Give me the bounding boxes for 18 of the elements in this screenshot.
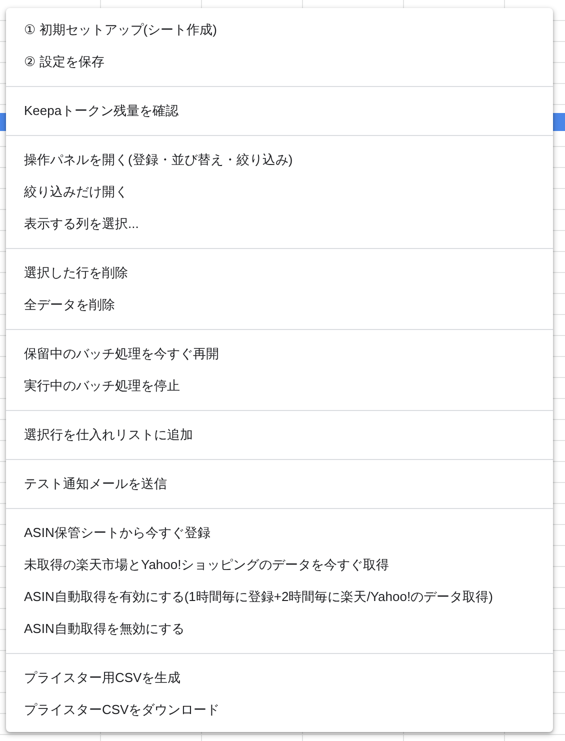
- menu-item[interactable]: 選択行を仕入れリストに追加: [6, 419, 553, 451]
- menu-item[interactable]: ① 初期セットアップ(シート作成): [6, 14, 553, 46]
- menu-item[interactable]: ASIN保管シートから今すぐ登録: [6, 517, 553, 549]
- menu-item[interactable]: 全データを削除: [6, 289, 553, 321]
- menu-item[interactable]: プライスター用CSVを生成: [6, 662, 553, 694]
- menu-item[interactable]: ② 設定を保存: [6, 46, 553, 78]
- menu-item[interactable]: 保留中のバッチ処理を今すぐ再開: [6, 338, 553, 370]
- menu-item[interactable]: 未取得の楽天市場とYahoo!ショッピングのデータを今すぐ取得: [6, 549, 553, 581]
- menu-item[interactable]: 絞り込みだけ開く: [6, 176, 553, 208]
- menu-item[interactable]: Keepaトークン残量を確認: [6, 95, 553, 127]
- menu-item[interactable]: 選択した行を削除: [6, 257, 553, 289]
- menu-item[interactable]: プライスターCSVをダウンロード: [6, 694, 553, 726]
- menu-item[interactable]: 実行中のバッチ処理を停止: [6, 370, 553, 402]
- menu-item[interactable]: 表示する列を選択...: [6, 208, 553, 240]
- menu-item[interactable]: 操作パネルを開く(登録・並び替え・絞り込み): [6, 144, 553, 176]
- menu-item[interactable]: ASIN自動取得を有効にする(1時間毎に登録+2時間毎に楽天/Yahoo!のデータ取得): [6, 581, 553, 613]
- menu-item[interactable]: テスト通知メールを送信: [6, 468, 553, 500]
- menu-item[interactable]: ASIN自動取得を無効にする: [6, 613, 553, 645]
